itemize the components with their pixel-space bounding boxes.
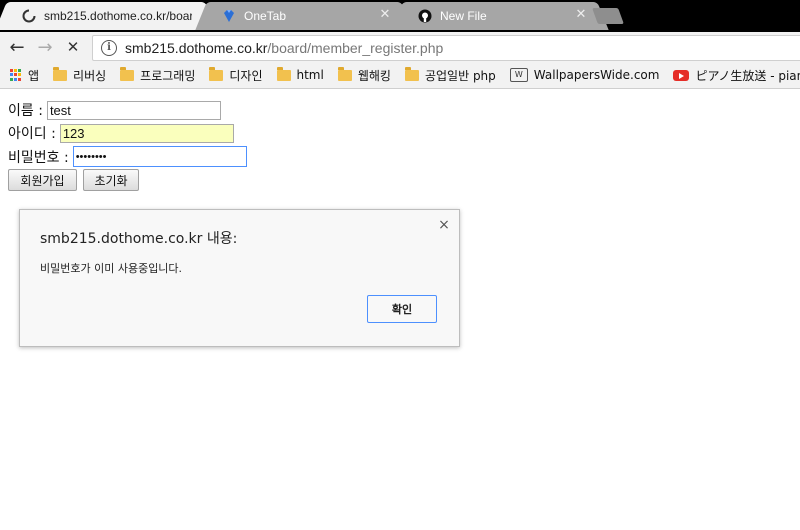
folder-icon (337, 66, 352, 81)
close-icon[interactable]: × (437, 217, 451, 233)
close-icon[interactable]: ✕ (378, 8, 392, 22)
id-row: 아이디 : 123 (8, 123, 234, 143)
url-host: smb215.dothome.co.kr (125, 40, 268, 56)
folder-icon (120, 66, 135, 81)
ok-button[interactable]: 확인 (367, 295, 437, 323)
folder-icon (276, 66, 291, 81)
register-button[interactable]: 회원가입 (8, 169, 77, 191)
bookmark-folder-php[interactable]: 공업일반 php (404, 66, 496, 84)
password-row: 비밀번호 : •••••••• (8, 146, 247, 167)
bookmark-label: 프로그래밍 (140, 68, 196, 83)
dialog-message: 비밀번호가 이미 사용중입니다. (40, 262, 183, 275)
bookmark-youtube[interactable]: ピアノ生放送 - pian (673, 67, 800, 84)
apps-icon (10, 69, 22, 81)
name-label: 이름 : (8, 103, 43, 119)
reset-button[interactable]: 초기화 (83, 169, 139, 191)
bookmark-label: html (296, 68, 324, 82)
onetab-icon (222, 9, 236, 23)
id-label: 아이디 : (8, 126, 56, 142)
github-icon (418, 9, 432, 23)
loading-spinner-icon (22, 9, 36, 23)
password-input[interactable]: •••••••• (72, 146, 247, 167)
bookmark-folder-programming[interactable]: 프로그래밍 (120, 66, 196, 84)
browser-toolbar: ← → ✕ i smb215.dothome.co.kr /board/memb… (0, 32, 800, 62)
tab-member-register[interactable]: smb215.dothome.co.kr/board/member_regist… (0, 0, 212, 30)
youtube-icon (673, 69, 690, 81)
back-arrow-icon[interactable]: ← (6, 36, 28, 58)
id-input[interactable]: 123 (59, 123, 234, 143)
tab-title: OneTab (244, 9, 287, 23)
bookmark-wallpaperswide[interactable]: W WallpapersWide.com (509, 68, 660, 82)
bookmark-folder-reversing[interactable]: 리버싱 (53, 66, 107, 84)
forward-arrow-icon[interactable]: → (34, 36, 56, 58)
wallpaperswide-icon: W (509, 68, 528, 82)
bookmark-label: 앱 (28, 68, 40, 83)
name-row: 이름 : test (8, 100, 221, 120)
bookmark-label: 웹해킹 (357, 68, 391, 83)
tab-title: New File (440, 9, 487, 23)
bookmark-label: 디자인 (229, 68, 263, 83)
tab-title: smb215.dothome.co.kr/board/member_regist… (44, 9, 192, 23)
stop-loading-icon[interactable]: ✕ (62, 36, 84, 58)
bookmarks-bar: 앱 리버싱 프로그래밍 디자인 html 웹해킹 공업일반 php W Wall… (0, 62, 800, 89)
address-bar[interactable]: i smb215.dothome.co.kr /board/member_reg… (92, 35, 800, 61)
bookmark-label: 리버싱 (73, 68, 107, 83)
tab-strip: smb215.dothome.co.kr/board/member_regist… (0, 0, 800, 32)
folder-icon (209, 66, 224, 81)
folder-icon (404, 66, 419, 81)
password-label: 비밀번호 : (8, 149, 69, 166)
bookmark-folder-webhacking[interactable]: 웹해킹 (337, 66, 391, 84)
new-tab-button[interactable] (592, 8, 624, 24)
tab-new-file[interactable]: New File ✕ (396, 0, 604, 30)
info-icon[interactable]: i (101, 40, 117, 56)
page-content: 이름 : test 아이디 : 123 비밀번호 : •••••••• 회원가입… (0, 89, 800, 530)
bookmark-label: ピアノ生放送 - pian (695, 68, 800, 83)
bookmark-apps[interactable]: 앱 (10, 67, 39, 84)
bookmark-label: 공업일반 php (424, 68, 496, 83)
bookmark-folder-html[interactable]: html (276, 66, 324, 82)
bookmark-label: WallpapersWide.com (533, 68, 660, 82)
bookmark-folder-design[interactable]: 디자인 (209, 66, 263, 84)
url-path: /board/member_register.php (267, 40, 444, 56)
folder-icon (53, 66, 68, 81)
tab-onetab[interactable]: OneTab ✕ (200, 0, 408, 30)
dialog-title: smb215.dothome.co.kr 내용: (40, 231, 238, 247)
close-icon[interactable]: ✕ (574, 8, 588, 22)
name-input[interactable]: test (46, 100, 221, 120)
alert-dialog: smb215.dothome.co.kr 내용: × 비밀번호가 이미 사용중입… (19, 209, 460, 347)
